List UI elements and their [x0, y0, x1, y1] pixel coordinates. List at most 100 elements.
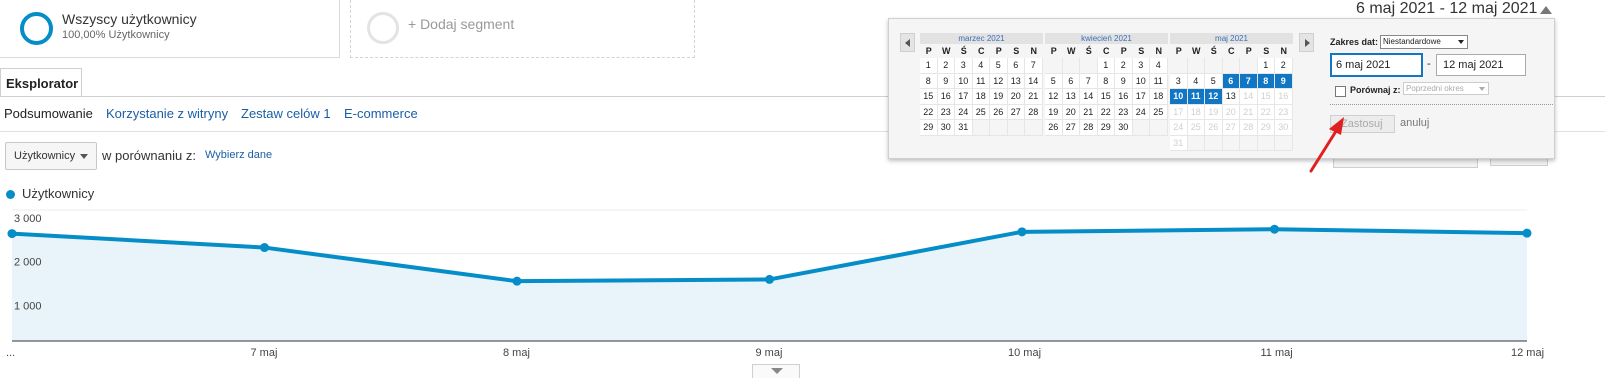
calendar-day[interactable]: 16: [937, 89, 955, 105]
calendar-day[interactable]: 11: [1150, 73, 1168, 89]
calendar-day[interactable]: 16: [1275, 89, 1293, 105]
calendar-day[interactable]: 20: [1222, 104, 1240, 120]
calendar-day[interactable]: 29: [1257, 120, 1275, 136]
calendar-day[interactable]: 2: [1275, 58, 1293, 74]
calendar-day[interactable]: 23: [1275, 104, 1293, 120]
calendar-day[interactable]: 26: [1205, 120, 1223, 136]
calendar-day[interactable]: 20: [1007, 89, 1025, 105]
calendar-day[interactable]: 12: [990, 73, 1008, 89]
calendar-day[interactable]: 30: [937, 120, 955, 136]
data-point[interactable]: [765, 274, 774, 284]
calendar-day[interactable]: 6: [1007, 58, 1025, 74]
calendar-day[interactable]: 21: [1080, 104, 1098, 120]
calendar-day[interactable]: 13: [1062, 89, 1080, 105]
calendar-day[interactable]: 3: [1132, 58, 1150, 74]
calendar-day[interactable]: 28: [1080, 120, 1098, 136]
calendar-day[interactable]: 25: [1150, 104, 1168, 120]
calendar-day[interactable]: 10: [1170, 89, 1188, 105]
calendar-day[interactable]: 5: [990, 58, 1008, 74]
calendar-day[interactable]: 30: [1275, 120, 1293, 136]
calendar-day[interactable]: 21: [1025, 89, 1043, 105]
calendar-day[interactable]: 9: [1275, 73, 1293, 89]
calendar-day[interactable]: 17: [1132, 89, 1150, 105]
data-point[interactable]: [1522, 228, 1532, 238]
calendar-day[interactable]: 15: [1257, 89, 1275, 105]
calendar-day[interactable]: 26: [990, 104, 1008, 120]
calendar-day[interactable]: 18: [1150, 89, 1168, 105]
calendar-day[interactable]: 12: [1205, 89, 1223, 105]
calendar-day[interactable]: 3: [1170, 73, 1188, 89]
data-point[interactable]: [260, 243, 269, 253]
calendar-day[interactable]: 4: [1150, 58, 1168, 74]
tab-explorer[interactable]: Eksplorator: [0, 68, 82, 97]
calendar-day[interactable]: 23: [937, 104, 955, 120]
calendar-day[interactable]: 18: [1187, 104, 1205, 120]
calendar-day[interactable]: 6: [1062, 73, 1080, 89]
calendar-day[interactable]: 19: [990, 89, 1008, 105]
calendar-day[interactable]: 2: [1115, 58, 1133, 74]
expand-handle[interactable]: [752, 364, 800, 378]
calendar-day[interactable]: 15: [920, 89, 938, 105]
date-range-label[interactable]: 6 maj 2021 - 12 maj 2021: [1356, 0, 1537, 18]
calendar-day[interactable]: 2: [937, 58, 955, 74]
calendar-day[interactable]: 1: [1097, 58, 1115, 74]
calendar-day[interactable]: 1: [920, 58, 938, 74]
data-point[interactable]: [7, 229, 17, 239]
calendar-day[interactable]: 5: [1205, 73, 1223, 89]
next-month-button[interactable]: [1299, 33, 1314, 52]
calendar-day[interactable]: 17: [955, 89, 973, 105]
calendar-day[interactable]: 30: [1115, 120, 1133, 136]
calendar-day[interactable]: 4: [972, 58, 990, 74]
calendar-day[interactable]: 11: [972, 73, 990, 89]
calendar-day[interactable]: 17: [1170, 104, 1188, 120]
calendar-day[interactable]: 24: [955, 104, 973, 120]
data-point[interactable]: [1017, 227, 1027, 237]
calendar-day[interactable]: 26: [1045, 120, 1063, 136]
calendar-day[interactable]: 20: [1062, 104, 1080, 120]
calendar-day[interactable]: 14: [1025, 73, 1043, 89]
calendar-day[interactable]: 31: [1170, 135, 1188, 151]
calendar-day[interactable]: 22: [1097, 104, 1115, 120]
calendar-day[interactable]: 6: [1222, 73, 1240, 89]
segment-card-all-users[interactable]: Wszyscy użytkownicy 100,00% Użytkownicy: [0, 0, 340, 58]
calendar-day[interactable]: 1: [1257, 58, 1275, 74]
calendar-day[interactable]: 22: [1257, 104, 1275, 120]
calendar-day[interactable]: 10: [1132, 73, 1150, 89]
calendar-day[interactable]: 13: [1007, 73, 1025, 89]
subtab-ecommerce[interactable]: E-commerce: [344, 106, 418, 121]
subtab-site-usage[interactable]: Korzystanie z witryny: [106, 106, 228, 121]
calendar-day[interactable]: 19: [1205, 104, 1223, 120]
calendar-day[interactable]: 7: [1080, 73, 1098, 89]
calendar-day[interactable]: 31: [955, 120, 973, 136]
compare-checkbox[interactable]: [1335, 86, 1346, 97]
calendar-day[interactable]: 7: [1025, 58, 1043, 74]
calendar-day[interactable]: 23: [1115, 104, 1133, 120]
metric-dropdown[interactable]: Użytkownicy: [5, 142, 97, 170]
calendar-day[interactable]: 9: [937, 73, 955, 89]
calendar-day[interactable]: 9: [1115, 73, 1133, 89]
chevron-up-icon[interactable]: [1540, 6, 1552, 14]
calendar-day[interactable]: 16: [1115, 89, 1133, 105]
compare-period-select[interactable]: Poprzedni okres: [1403, 82, 1489, 95]
calendar-day[interactable]: 21: [1240, 104, 1258, 120]
calendar-day[interactable]: 11: [1187, 89, 1205, 105]
start-date-input[interactable]: 6 maj 2021: [1330, 53, 1423, 77]
calendar-day[interactable]: 18: [972, 89, 990, 105]
add-segment-button[interactable]: + Dodaj segment: [350, 0, 695, 58]
calendar-day[interactable]: 25: [972, 104, 990, 120]
calendar-day[interactable]: 27: [1062, 120, 1080, 136]
calendar-day[interactable]: 24: [1132, 104, 1150, 120]
select-data-link[interactable]: Wybierz dane: [205, 149, 272, 161]
calendar-day[interactable]: 8: [1097, 73, 1115, 89]
calendar-day[interactable]: 24: [1170, 120, 1188, 136]
calendar-day[interactable]: 27: [1222, 120, 1240, 136]
calendar-day[interactable]: 25: [1187, 120, 1205, 136]
calendar-day[interactable]: 29: [920, 120, 938, 136]
calendar-day[interactable]: 12: [1045, 89, 1063, 105]
calendar-day[interactable]: 5: [1045, 73, 1063, 89]
cancel-link[interactable]: anuluj: [1400, 117, 1429, 129]
calendar-day[interactable]: 15: [1097, 89, 1115, 105]
calendar-day[interactable]: 8: [1257, 73, 1275, 89]
date-range-type-select[interactable]: Niestandardowe: [1380, 35, 1468, 49]
calendar-day[interactable]: 28: [1240, 120, 1258, 136]
